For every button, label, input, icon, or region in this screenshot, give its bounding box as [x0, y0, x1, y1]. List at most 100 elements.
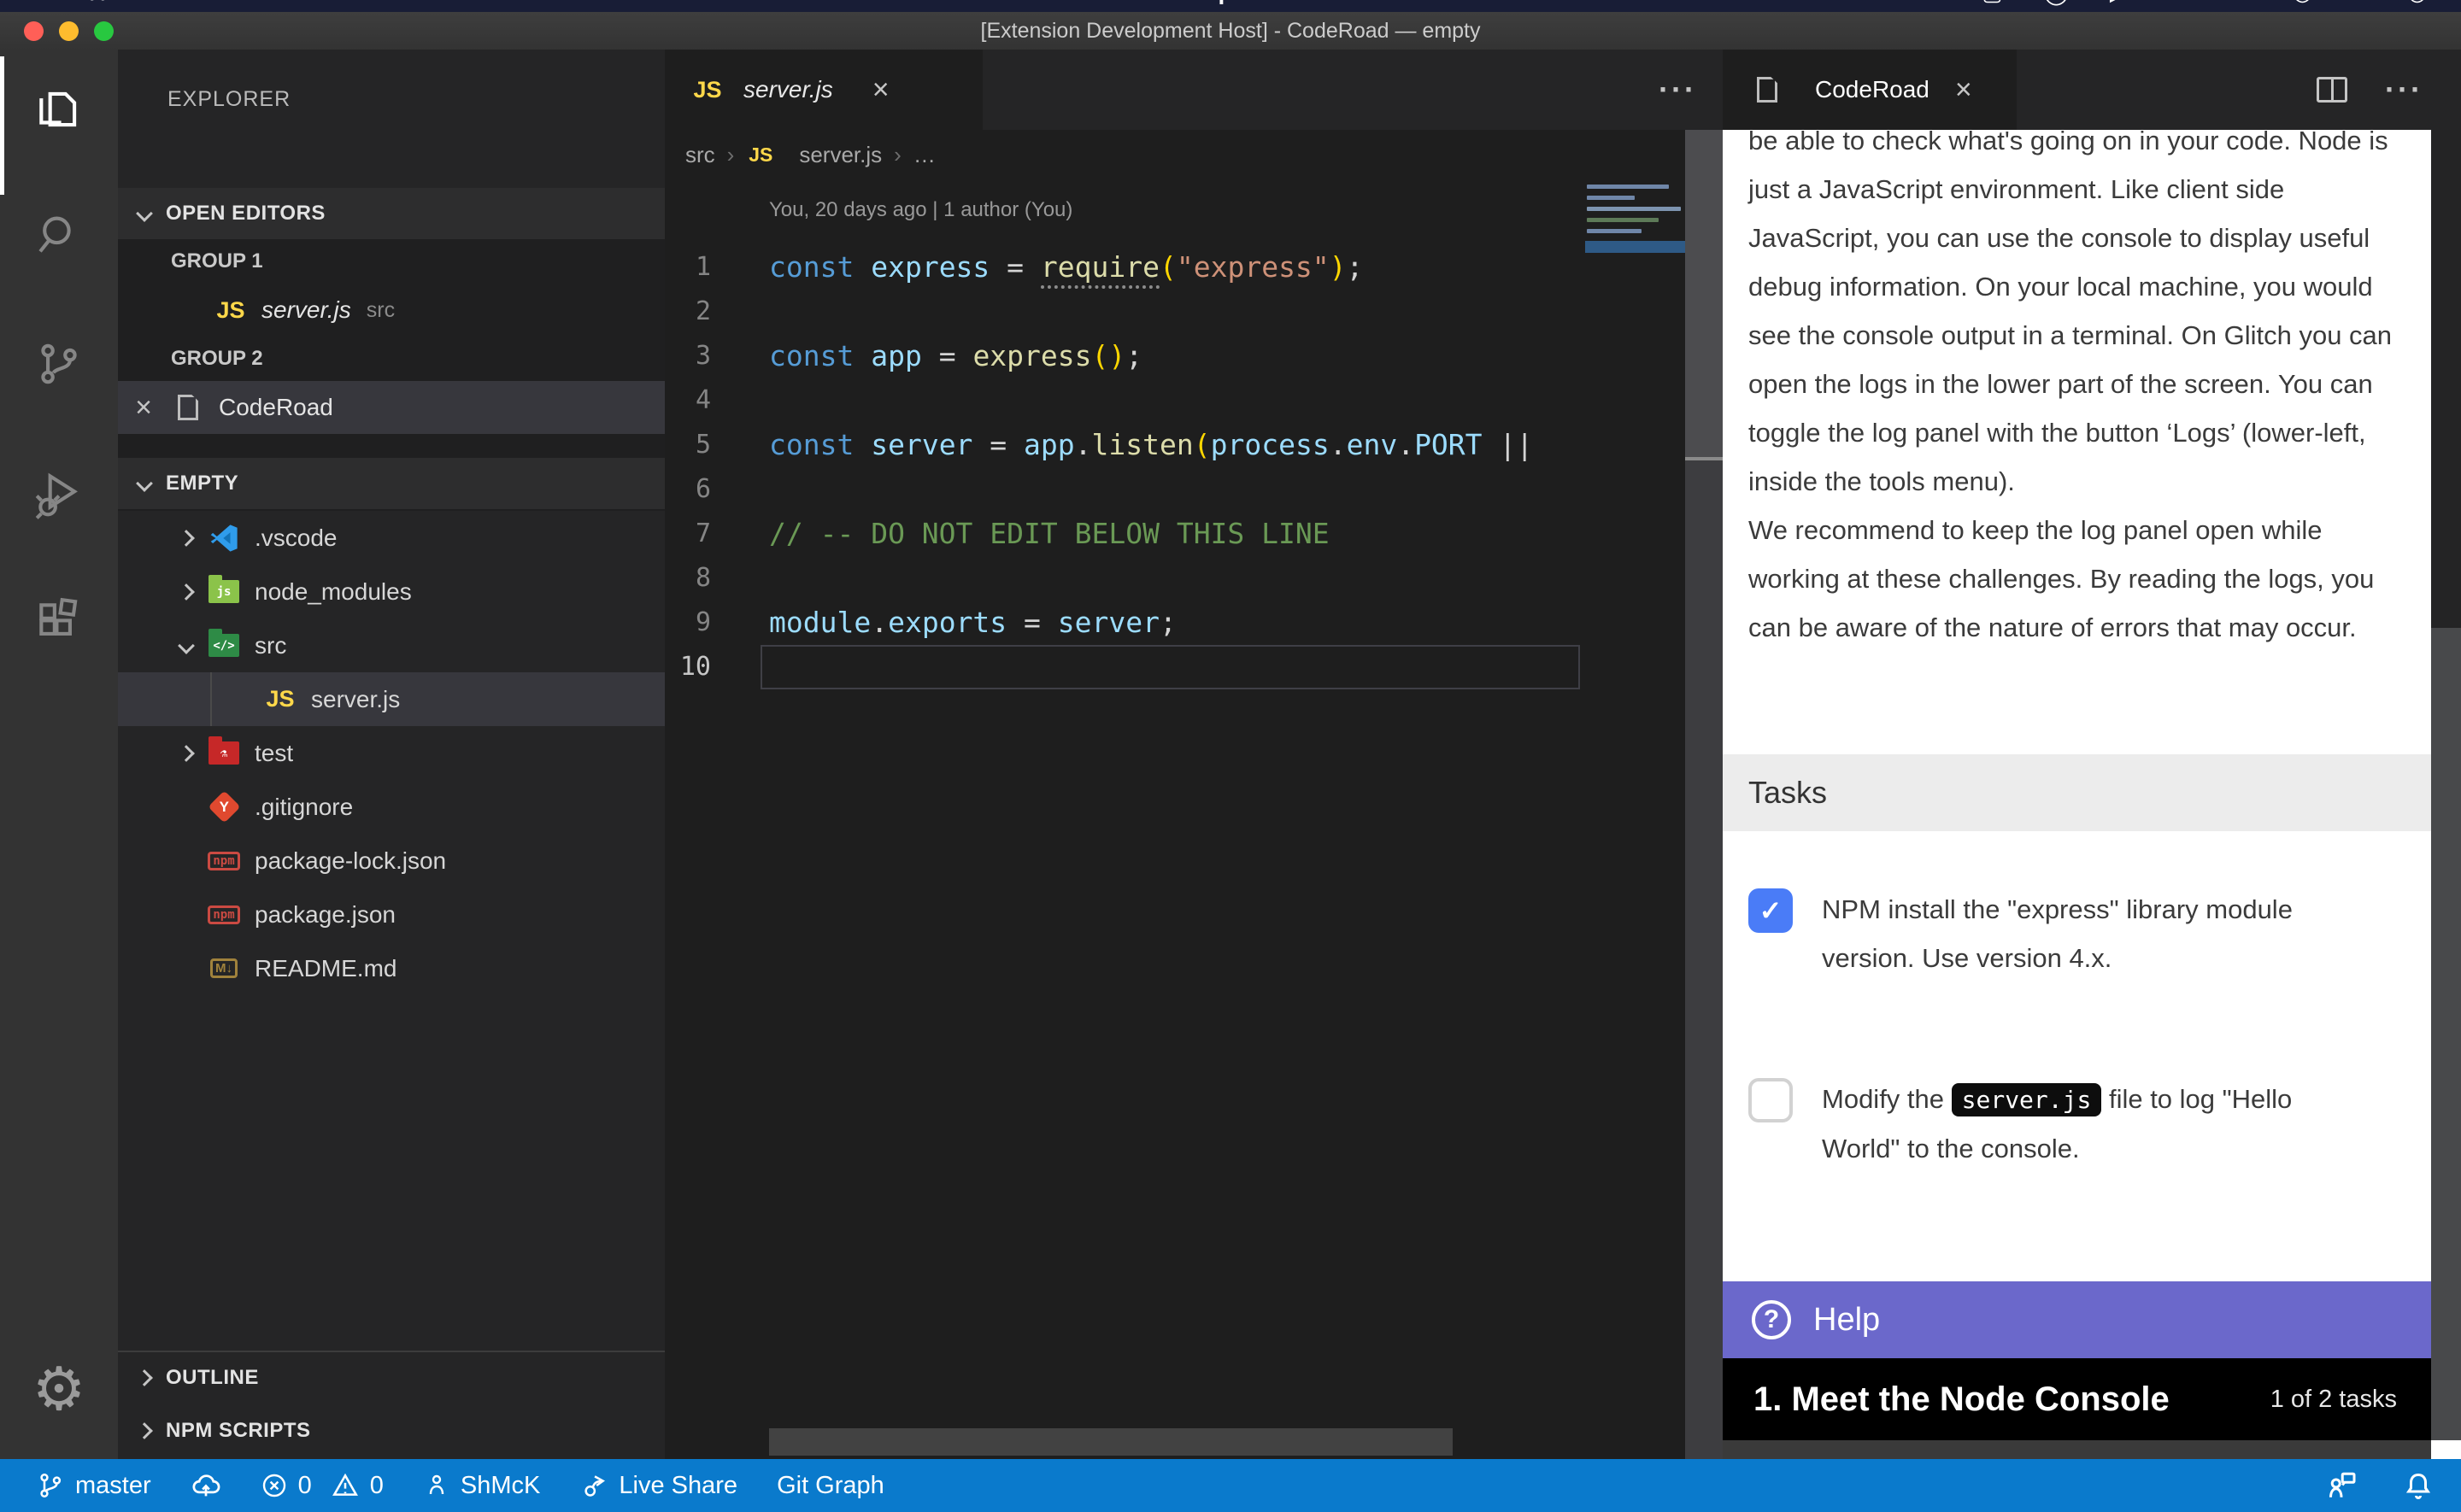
error-icon — [261, 1472, 288, 1499]
tree-item-test[interactable]: ⚗test — [118, 726, 665, 780]
outline-header[interactable]: OUTLINE — [118, 1352, 665, 1404]
live-share-item[interactable]: Live Share — [566, 1459, 751, 1512]
line-number: 3 — [665, 334, 711, 378]
code-line-7[interactable]: 7// -- DO NOT EDIT BELOW THIS LINE — [665, 512, 1585, 556]
source-control-icon[interactable] — [0, 317, 118, 411]
npm-scripts-header[interactable]: NPM SCRIPTS — [118, 1405, 665, 1456]
code-token: const — [769, 250, 871, 284]
code-token: // -- DO NOT EDIT BELOW THIS LINE — [769, 517, 1330, 550]
menu-item[interactable]: Window — [1040, 0, 1131, 5]
lesson-progress: 1 of 2 tasks — [2270, 1386, 2397, 1414]
run-debug-icon[interactable] — [0, 447, 118, 541]
tree-item-package-json[interactable]: npmpackage.json — [118, 888, 665, 941]
more-actions-icon[interactable]: ··· — [2385, 72, 2423, 108]
horizontal-scrollbar[interactable] — [769, 1428, 1453, 1456]
lesson-footer[interactable]: 1. Meet the Node Console 1 of 2 tasks — [1723, 1358, 2431, 1440]
menu-item[interactable]: Edit — [359, 0, 404, 5]
explorer-icon[interactable] — [0, 62, 118, 156]
tree-item--vscode[interactable]: .vscode — [118, 511, 665, 565]
task-checkbox-unchecked[interactable] — [1748, 1078, 1793, 1122]
code-token: express — [972, 339, 1091, 372]
code-line-2[interactable]: 2 — [665, 290, 1585, 334]
code-line-6[interactable]: 6 — [665, 467, 1585, 512]
tab-label: CodeRoad — [1815, 76, 1929, 103]
display-icon: ▢ — [1982, 0, 2003, 6]
menu-item[interactable]: Go — [714, 0, 747, 5]
tree-item-src[interactable]: </>src — [118, 618, 665, 672]
line-number: 5 — [665, 423, 711, 467]
webview-scrollbar[interactable] — [2431, 130, 2461, 1459]
npm-icon: npm — [205, 844, 243, 878]
breadcrumb-file[interactable]: server.js — [799, 142, 882, 168]
settings-gear-icon[interactable]: ⚙ — [0, 1359, 118, 1419]
feedback-icon[interactable] — [2324, 1468, 2358, 1503]
code-line-9[interactable]: 9module.exports = server; — [665, 601, 1585, 645]
code-token: process — [1211, 428, 1330, 461]
open-editor-server-js[interactable]: JS server.js src — [118, 284, 665, 337]
code-token: ; — [1160, 606, 1177, 639]
tree-item-node-modules[interactable]: js node_modules — [118, 565, 665, 618]
search-icon: ◌ — [2353, 0, 2366, 6]
menu-item[interactable]: Code — [159, 0, 219, 5]
open-editors-header[interactable]: OPEN EDITORS — [118, 188, 665, 239]
search-icon[interactable] — [0, 188, 118, 282]
codelens-annotation[interactable]: You, 20 days ago | 1 author (You) — [769, 198, 1072, 222]
menu-item[interactable]: Terminal — [892, 0, 990, 5]
menu-item[interactable]: Run — [796, 0, 843, 5]
minimap[interactable] — [1585, 99, 1685, 577]
tab-server-js[interactable]: JS server.js × — [665, 50, 983, 130]
panel-bottom-strip — [1723, 1440, 2431, 1459]
task-checkbox-checked[interactable]: ✓ — [1748, 888, 1793, 933]
user-account-item[interactable]: ShMcK — [409, 1459, 554, 1512]
tree-item-server-js[interactable]: JSserver.js — [118, 672, 665, 726]
folder-node-icon: js — [205, 575, 243, 609]
chevron-right-icon — [136, 1422, 153, 1439]
tree-item-label: node_modules — [255, 578, 412, 606]
code-line-4[interactable]: 4 — [665, 378, 1585, 423]
tree-item-package-lock-json[interactable]: npmpackage-lock.json — [118, 834, 665, 888]
git-graph-item[interactable]: Git Graph — [763, 1459, 898, 1512]
folder-empty-header[interactable]: EMPTY — [118, 458, 665, 509]
close-icon[interactable]: × — [118, 391, 169, 425]
code-line-8[interactable]: 8 — [665, 556, 1585, 601]
code-token: . — [1330, 428, 1347, 461]
coderoad-webview: be able to check what's going on in your… — [1723, 130, 2431, 1459]
menu-item[interactable]: Selection — [454, 0, 560, 5]
breadcrumb-src[interactable]: src — [685, 142, 715, 168]
battery-icon: ▭ — [2231, 0, 2252, 6]
extensions-icon[interactable] — [0, 576, 118, 670]
tree-item-readme-md[interactable]: M↓README.md — [118, 941, 665, 995]
code-area[interactable]: 1const express = require("express");23 co… — [665, 245, 1585, 689]
code-token: const — [769, 339, 871, 372]
file-tree: .vscode js node_modules </>srcJSserver.js⚗t… — [118, 511, 665, 995]
editor-scrollbar[interactable] — [1685, 130, 1723, 1459]
code-line-1[interactable]: 1const express = require("express"); — [665, 245, 1585, 290]
breadcrumb[interactable]: src › JS server.js › … — [685, 130, 936, 179]
code-token: const — [769, 428, 871, 461]
tree-item--gitignore[interactable]: Y.gitignore — [118, 780, 665, 834]
open-editor-coderoad[interactable]: × CodeRoad — [118, 381, 665, 434]
sync-changes-item[interactable] — [177, 1459, 235, 1512]
task-text-part: NPM install the "express" library module… — [1822, 894, 2293, 973]
code-token: ( — [1092, 339, 1109, 372]
git-branch-item[interactable]: master — [22, 1459, 165, 1512]
close-tab-icon[interactable]: × — [1955, 73, 1972, 107]
menu-item[interactable]: ⌘ — [85, 0, 109, 6]
menu-item[interactable]: View — [610, 0, 664, 5]
breadcrumb-symbol[interactable]: … — [913, 142, 936, 168]
task-item-1: ✓ NPM install the "express" library modul… — [1748, 885, 2406, 982]
code-line-10[interactable]: 10 — [665, 645, 1585, 689]
problems-item[interactable]: 0 0 — [247, 1459, 397, 1512]
close-tab-icon[interactable]: × — [872, 73, 890, 107]
open-editor-label: server.js — [261, 296, 351, 324]
title-bar: [Extension Development Host] - CodeRoad … — [0, 12, 2461, 50]
split-editor-icon[interactable] — [2317, 77, 2347, 103]
help-bar[interactable]: ? Help — [1723, 1281, 2431, 1358]
menu-item[interactable]: File — [268, 0, 309, 5]
editor-tab-bar: JS server.js × ··· — [665, 50, 1723, 130]
code-line-5[interactable]: 5const server = app.listen(process.env.P… — [665, 423, 1585, 467]
bell-icon[interactable] — [2401, 1468, 2435, 1503]
tab-coderoad[interactable]: CodeRoad × — [1723, 50, 2017, 130]
menu-item[interactable]: Help — [1181, 0, 1233, 5]
code-line-3[interactable]: 3const app = express(); — [665, 334, 1585, 378]
